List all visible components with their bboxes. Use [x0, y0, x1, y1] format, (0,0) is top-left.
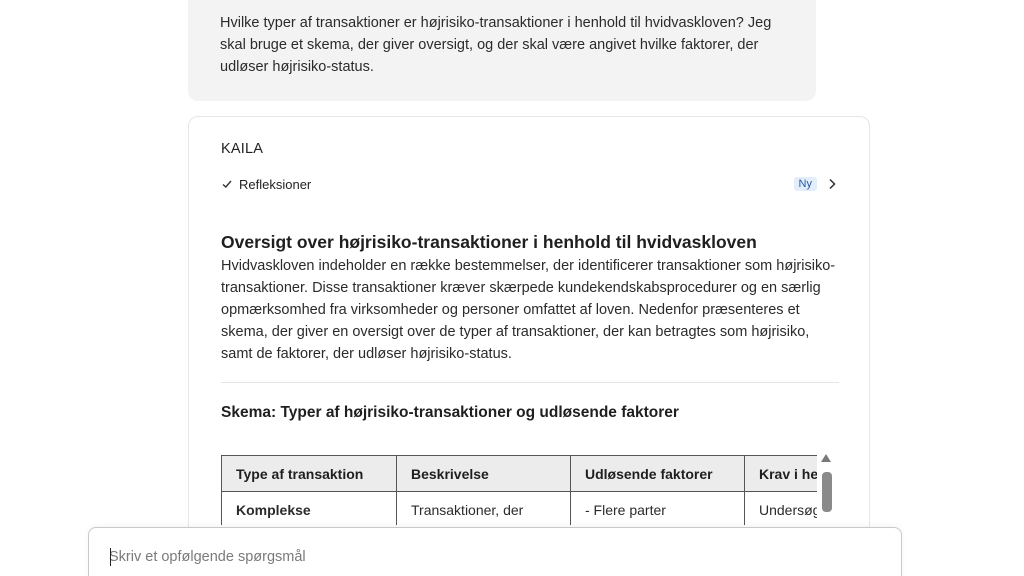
table-cell: Komplekse	[221, 491, 397, 525]
assistant-name: KAILA	[221, 141, 264, 157]
table-header-cell: Krav i henhold	[744, 455, 817, 492]
table-scrollbar[interactable]	[818, 446, 834, 512]
reflections-label: Refleksioner	[239, 176, 312, 192]
answer-card: KAILA Refleksioner Ny Oversigt over højr…	[188, 116, 870, 536]
risk-table: Type af transaktion Beskrivelse Udløsend…	[221, 455, 817, 525]
table-cell: Undersøg	[744, 491, 817, 525]
table-header-cell: Type af transaktion	[221, 455, 397, 492]
table-header-cell: Udløsende faktorer	[570, 455, 745, 492]
check-icon	[221, 178, 233, 190]
answer-heading: Oversigt over højrisiko-transaktioner i …	[221, 232, 757, 252]
user-message-bubble: Hvilke typer af transaktioner er højrisi…	[188, 0, 816, 101]
scroll-up-icon[interactable]	[820, 450, 832, 462]
table-row: Komplekse Transaktioner, der - Flere par…	[221, 491, 817, 525]
divider	[221, 382, 839, 383]
table-cell: Transaktioner, der	[396, 491, 571, 525]
answer-body: Hvidvaskloven indeholder en række bestem…	[221, 258, 836, 362]
followup-box	[88, 527, 902, 576]
reflections-toggle[interactable]: Refleksioner Ny	[221, 175, 839, 193]
table-cell: - Flere parter	[570, 491, 745, 525]
table-container[interactable]: Type af transaktion Beskrivelse Udløsend…	[221, 455, 817, 525]
chevron-right-icon[interactable]	[825, 177, 839, 191]
schema-heading: Skema: Typer af højrisiko-transaktioner …	[221, 404, 679, 421]
text-caret	[110, 548, 111, 566]
table-header-cell: Beskrivelse	[396, 455, 571, 492]
new-badge: Ny	[793, 177, 817, 191]
user-message-text: Hvilke typer af transaktioner er højrisi…	[220, 15, 772, 75]
table-header-row: Type af transaktion Beskrivelse Udløsend…	[221, 455, 817, 492]
followup-input[interactable]	[109, 546, 869, 568]
scroll-thumb[interactable]	[822, 472, 832, 512]
